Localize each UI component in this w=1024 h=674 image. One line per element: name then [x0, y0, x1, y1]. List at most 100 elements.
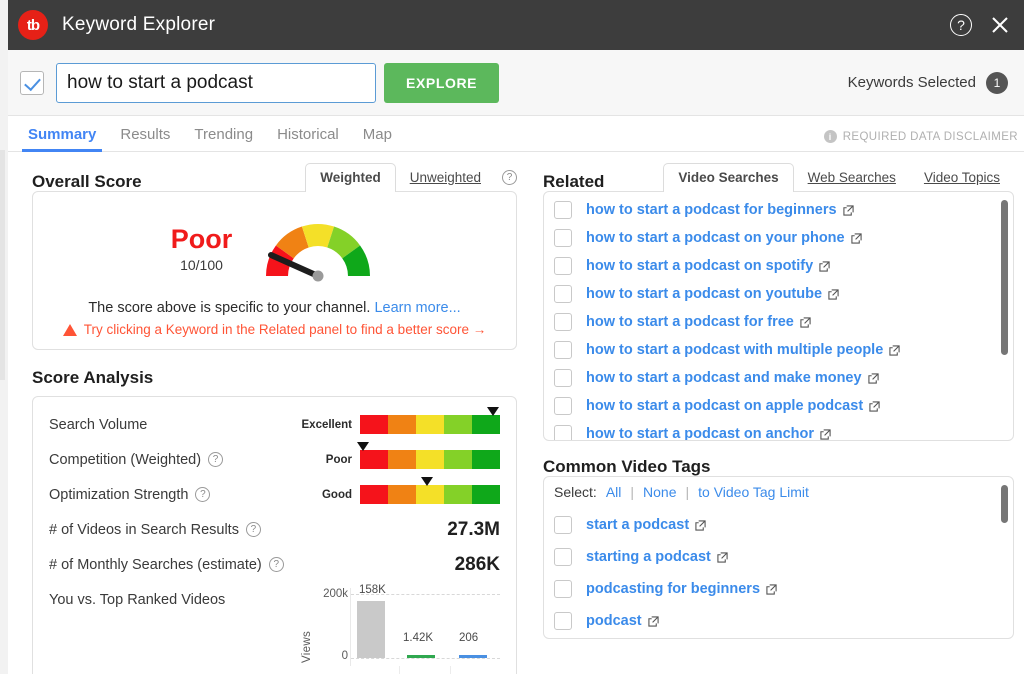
related-checkbox[interactable] [554, 397, 572, 415]
list-item[interactable]: how to start a podcast on spotify [544, 252, 1013, 280]
main-tabs: Summary Results Trending Historical Map … [8, 116, 1024, 152]
monthly-searches-help-icon[interactable]: ? [269, 557, 284, 572]
video-tags-scrollbar[interactable] [1001, 485, 1008, 523]
related-checkbox[interactable] [554, 313, 572, 331]
related-link[interactable]: how to start a podcast with multiple peo… [586, 342, 900, 358]
related-link[interactable]: how to start a podcast for free [586, 314, 811, 330]
list-item[interactable]: how to start a podcast and make money [544, 364, 1013, 392]
chart-plot-area: 158K 1.42K 206 [350, 588, 500, 666]
related-link[interactable]: how to start a podcast on youtube [586, 286, 839, 302]
keyword-select-checkbox[interactable] [20, 71, 44, 95]
tag-link[interactable]: starting a podcast [586, 549, 728, 565]
list-item[interactable]: podcast [544, 605, 1013, 637]
tab-historical[interactable]: Historical [265, 126, 351, 151]
related-checkbox[interactable] [554, 285, 572, 303]
score-rating: Poor [171, 225, 233, 253]
tag-link[interactable]: start a podcast [586, 517, 706, 533]
tab-results[interactable]: Results [108, 126, 182, 151]
app-title: Keyword Explorer [62, 14, 215, 36]
competition-help-icon[interactable]: ? [208, 452, 223, 467]
videos-in-results-help-icon[interactable]: ? [246, 522, 261, 537]
list-item[interactable]: starting a podcast [544, 541, 1013, 573]
select-all-link[interactable]: All [606, 484, 622, 500]
explore-button[interactable]: EXPLORE [384, 63, 499, 103]
tab-trending[interactable]: Trending [182, 126, 265, 151]
external-link-icon [800, 317, 811, 328]
tag-checkbox[interactable] [554, 580, 572, 598]
related-link[interactable]: how to start a podcast on anchor [586, 426, 831, 441]
tag-checkbox[interactable] [554, 516, 572, 534]
related-title: Related [543, 172, 604, 192]
tab-video-searches[interactable]: Video Searches [663, 163, 793, 192]
tab-map[interactable]: Map [351, 126, 404, 151]
related-link[interactable]: how to start a podcast for beginners [586, 202, 854, 218]
score-gauge [258, 216, 378, 282]
related-link[interactable]: how to start a podcast on spotify [586, 258, 830, 274]
help-button[interactable]: ? [950, 14, 972, 36]
tab-weighted[interactable]: Weighted [305, 163, 396, 192]
analysis-label: Search Volume [49, 417, 147, 433]
chart-x-label-target [400, 666, 450, 674]
tab-summary[interactable]: Summary [16, 126, 108, 151]
tab-video-topics[interactable]: Video Topics [910, 164, 1014, 192]
list-item[interactable]: how to start a podcast for beginners [544, 196, 1013, 224]
tag-checkbox[interactable] [554, 548, 572, 566]
tag-link-text: start a podcast [586, 517, 689, 533]
related-scrollbar[interactable] [1001, 200, 1008, 355]
external-link-icon [843, 205, 854, 216]
related-link[interactable]: how to start a podcast and make money [586, 370, 879, 386]
list-item[interactable]: how to start a podcast on anchor [544, 420, 1013, 441]
related-checkbox[interactable] [554, 425, 572, 441]
related-checkbox[interactable] [554, 201, 572, 219]
score-help-icon[interactable]: ? [502, 170, 517, 185]
meter-search-volume [360, 415, 500, 434]
list-item[interactable]: how to start a podcast with multiple peo… [544, 336, 1013, 364]
close-button[interactable] [990, 15, 1010, 35]
select-none-link[interactable]: None [643, 484, 676, 500]
tag-link[interactable]: podcasting for beginners [586, 581, 777, 597]
related-checkbox[interactable] [554, 229, 572, 247]
meter-optimization [360, 485, 500, 504]
content-columns: Overall Score Weighted Unweighted ? Poor… [8, 152, 1024, 674]
optimization-help-icon[interactable]: ? [195, 487, 210, 502]
video-tags-title: Common Video Tags [543, 457, 1014, 477]
tab-unweighted[interactable]: Unweighted [396, 164, 495, 192]
external-link-icon [868, 373, 879, 384]
background-page-sliver-secondary [0, 150, 5, 380]
score-value: 10/100 [171, 257, 233, 273]
left-column: Overall Score Weighted Unweighted ? Poor… [8, 152, 533, 674]
tag-link[interactable]: podcast [586, 613, 659, 629]
gauge-icon [258, 216, 378, 282]
keyword-input[interactable] [56, 63, 376, 103]
required-data-disclaimer[interactable]: i REQUIRED DATA DISCLAIMER [824, 130, 1024, 151]
overall-score-header: Overall Score Weighted Unweighted ? [32, 162, 517, 192]
meter-label: Excellent [294, 419, 352, 431]
tag-checkbox[interactable] [554, 612, 572, 630]
right-column: Related Video Searches Web Searches Vide… [533, 152, 1024, 674]
list-item[interactable]: podcasting for beginners [544, 573, 1013, 605]
tag-link-text: podcasting for beginners [586, 581, 760, 597]
chart-y-tick-max: 200k [323, 588, 348, 600]
info-icon: i [824, 130, 837, 143]
video-tags-card: Select: All | None | to Video Tag Limit … [543, 476, 1014, 639]
tab-web-searches[interactable]: Web Searches [794, 164, 910, 192]
related-link[interactable]: how to start a podcast on apple podcast [586, 398, 880, 414]
list-item[interactable]: how to start a podcast on youtube [544, 280, 1013, 308]
related-checkbox[interactable] [554, 341, 572, 359]
external-link-icon [828, 289, 839, 300]
external-link-icon [695, 520, 706, 531]
score-gauge-row: Poor 10/100 [49, 206, 500, 292]
overall-score-title: Overall Score [32, 172, 142, 192]
list-item[interactable]: how to start a podcast for free [544, 308, 1013, 336]
related-checkbox[interactable] [554, 369, 572, 387]
list-item[interactable]: how to podcast [544, 637, 1013, 639]
list-item[interactable]: how to start a podcast on your phone [544, 224, 1013, 252]
related-checkbox[interactable] [554, 257, 572, 275]
learn-more-link[interactable]: Learn more... [374, 300, 460, 316]
list-item[interactable]: how to start a podcast on apple podcast [544, 392, 1013, 420]
select-to-video-tag-limit-link[interactable]: to Video Tag Limit [698, 484, 809, 500]
related-link[interactable]: how to start a podcast on your phone [586, 230, 862, 246]
chart-label-target: 1.42K [403, 632, 433, 644]
analysis-label: Optimization Strength [49, 487, 188, 503]
list-item[interactable]: start a podcast [544, 509, 1013, 541]
